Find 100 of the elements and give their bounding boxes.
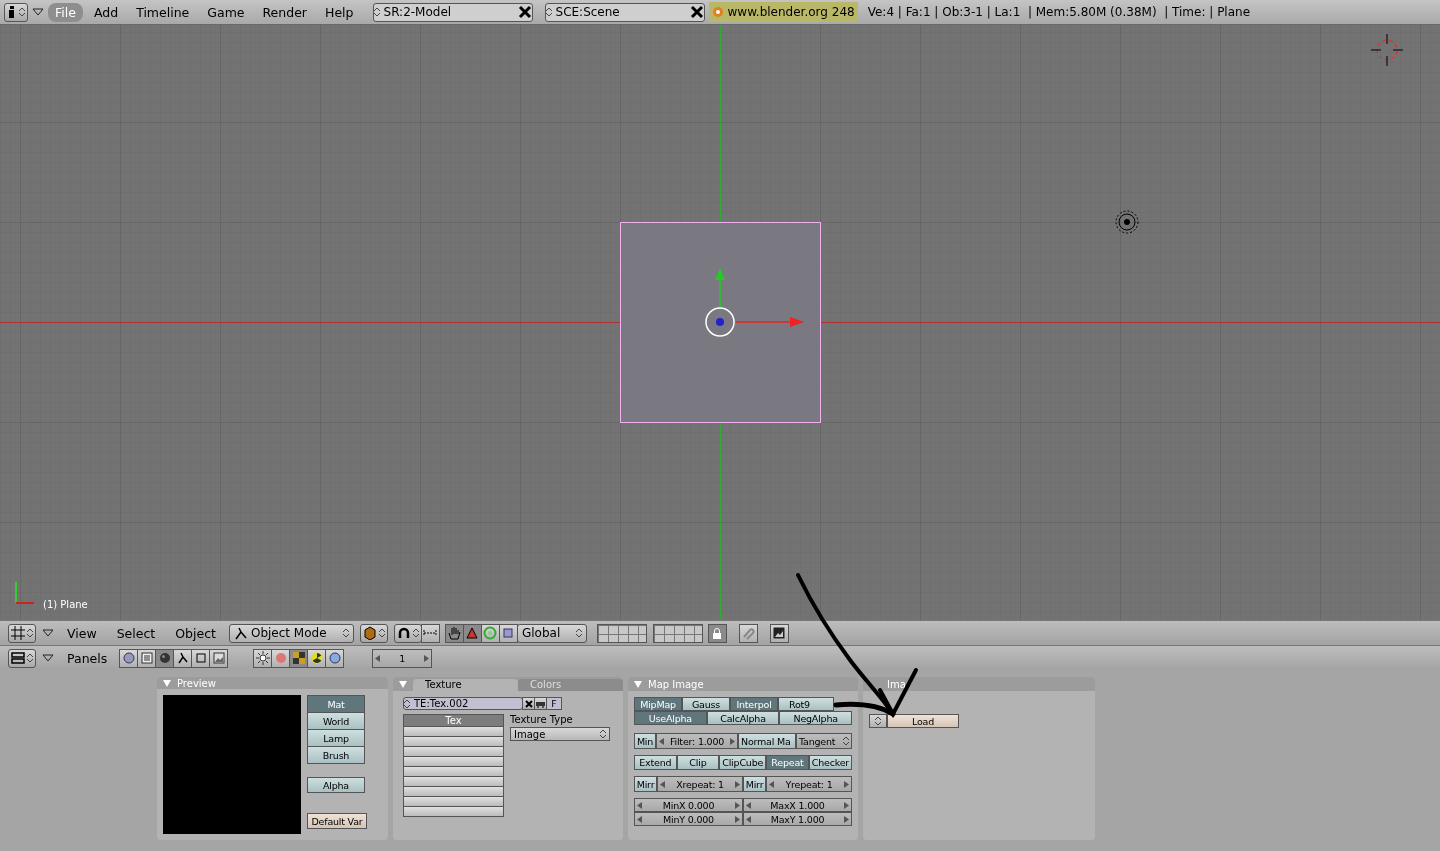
crop-field[interactable]: MaxX 1.000 (743, 798, 852, 812)
extend-mode-option[interactable]: Extend (634, 755, 677, 770)
map-option-toggle[interactable]: Interpol (730, 697, 778, 711)
texture-name-field[interactable]: TE:Tex.002 (403, 697, 523, 710)
globe-icon[interactable] (325, 648, 345, 668)
panels-menu[interactable]: Panels (60, 648, 115, 668)
map-option-toggle[interactable]: MipMap (634, 697, 682, 711)
filter-field[interactable]: Filter: 1.000 (656, 733, 738, 749)
preview-source-tab[interactable]: Mat (307, 695, 365, 713)
right-arrow-icon[interactable] (844, 780, 849, 788)
texture-slot[interactable] (403, 726, 504, 737)
lock-icon[interactable] (707, 623, 727, 643)
updown-icon (600, 729, 606, 739)
texture-type-label: Texture Type (510, 714, 574, 725)
orientation-dropdown[interactable]: Global (516, 623, 587, 643)
crop-field[interactable]: MinY 0.000 (634, 812, 743, 826)
close-icon[interactable] (517, 5, 532, 19)
map-option-toggle[interactable]: Gauss (682, 697, 730, 711)
preview-source-tab[interactable]: World (307, 712, 365, 730)
left-arrow-icon[interactable] (375, 654, 381, 662)
left-arrow-icon[interactable] (660, 780, 665, 788)
grid-view-icon[interactable] (8, 623, 36, 643)
collapse-icon[interactable] (32, 8, 44, 16)
layer-buttons[interactable] (652, 623, 703, 643)
info-window-icon[interactable] (4, 2, 28, 22)
radiation-icon[interactable] (307, 648, 327, 668)
pivot-icon[interactable] (393, 623, 422, 643)
texture-slot[interactable] (403, 806, 504, 817)
extend-mode-option[interactable]: Checker (808, 755, 852, 770)
load-button[interactable]: Load (887, 714, 959, 728)
mirror-x-toggle[interactable]: Mirr (634, 776, 657, 792)
snap-icon[interactable] (420, 623, 440, 643)
texture-slot[interactable] (403, 776, 504, 787)
menu-item[interactable]: Select (109, 623, 163, 643)
armature-icon[interactable] (173, 648, 193, 668)
min-toggle[interactable]: Min (634, 733, 656, 749)
menu-item[interactable]: Render (255, 2, 314, 22)
panel-tab[interactable]: Texture (413, 679, 518, 691)
right-arrow-icon[interactable] (735, 780, 740, 788)
info-icon (7, 5, 17, 19)
scene-field[interactable]: SCE:Scene (544, 2, 705, 22)
texture-slot[interactable] (403, 786, 504, 797)
menu-item[interactable]: Help (318, 2, 361, 22)
layer-buttons[interactable] (596, 623, 647, 643)
square-icon[interactable] (191, 648, 211, 668)
checker-icon[interactable] (289, 648, 309, 668)
yrepeat-field[interactable]: Yrepeat: 1 (766, 776, 852, 792)
extend-mode-option[interactable]: ClipCube (719, 755, 767, 770)
map-option-toggle[interactable]: Rot9 (778, 697, 834, 711)
screen-field[interactable]: SR:2-Model (372, 2, 533, 22)
image-icon[interactable] (209, 648, 229, 668)
image-browse-icon[interactable] (869, 714, 887, 728)
tangent-dropdown[interactable]: Tangent (796, 733, 852, 749)
fake-user-button[interactable]: F (546, 697, 562, 710)
preview-source-tab[interactable]: Brush (307, 746, 365, 764)
texture-slot[interactable] (403, 756, 504, 767)
sun-icon[interactable] (253, 648, 273, 668)
close-icon[interactable] (689, 5, 704, 19)
map-option-toggle[interactable]: UseAlpha (634, 711, 707, 725)
collapse-icon[interactable] (42, 629, 54, 637)
default-var-button[interactable]: Default Var (307, 813, 367, 829)
arch-icon (396, 626, 411, 640)
map-option-toggle[interactable]: NegAlpha (779, 711, 852, 725)
alpha-toggle[interactable]: Alpha (307, 777, 365, 793)
viewport-3d[interactable]: (1) Plane (0, 25, 1440, 620)
render-image-icon[interactable] (769, 623, 789, 643)
mirror-y-toggle[interactable]: Mirr (743, 776, 766, 792)
texture-slot[interactable] (403, 736, 504, 747)
extend-mode-option[interactable]: Repeat (766, 755, 809, 770)
collapse-icon[interactable] (42, 654, 54, 662)
menu-item[interactable]: Game (200, 2, 252, 22)
left-arrow-icon[interactable] (659, 737, 664, 745)
texture-slot[interactable] (403, 796, 504, 807)
plane-object[interactable] (620, 222, 821, 423)
texture-type-dropdown[interactable]: Image (510, 727, 610, 741)
map-option-toggle[interactable]: CalcAlpha (706, 711, 780, 725)
shading-cube-icon[interactable] (359, 623, 388, 643)
normal-map-toggle[interactable]: Normal Ma (738, 733, 796, 749)
xrepeat-field[interactable]: Xrepeat: 1 (657, 776, 743, 792)
texture-slot[interactable] (403, 766, 504, 777)
buttons-window-icon[interactable] (8, 648, 36, 668)
right-arrow-icon[interactable] (730, 737, 735, 745)
menu-item[interactable]: Add (86, 2, 126, 22)
menu-item[interactable]: Timeline (129, 2, 197, 22)
menu-item[interactable]: View (60, 623, 104, 643)
frame-field[interactable]: 1 (372, 648, 433, 668)
updown-icon (545, 7, 552, 17)
square-icon[interactable] (498, 623, 518, 643)
ring-icon[interactable] (480, 623, 500, 643)
lamp-icon[interactable] (1114, 209, 1140, 235)
preview-source-tab[interactable]: Lamp (307, 729, 365, 747)
menu-item[interactable]: Object (168, 623, 223, 643)
hand-icon[interactable] (444, 623, 464, 643)
crop-field[interactable]: MinX 0.000 (634, 798, 743, 812)
left-arrow-icon[interactable] (769, 780, 774, 788)
texture-slot[interactable] (403, 746, 504, 757)
right-arrow-icon[interactable] (424, 654, 430, 662)
crop-field[interactable]: MaxY 1.000 (743, 812, 852, 826)
extend-mode-option[interactable]: Clip (676, 755, 720, 770)
mode-dropdown[interactable]: Object Mode (228, 623, 354, 643)
